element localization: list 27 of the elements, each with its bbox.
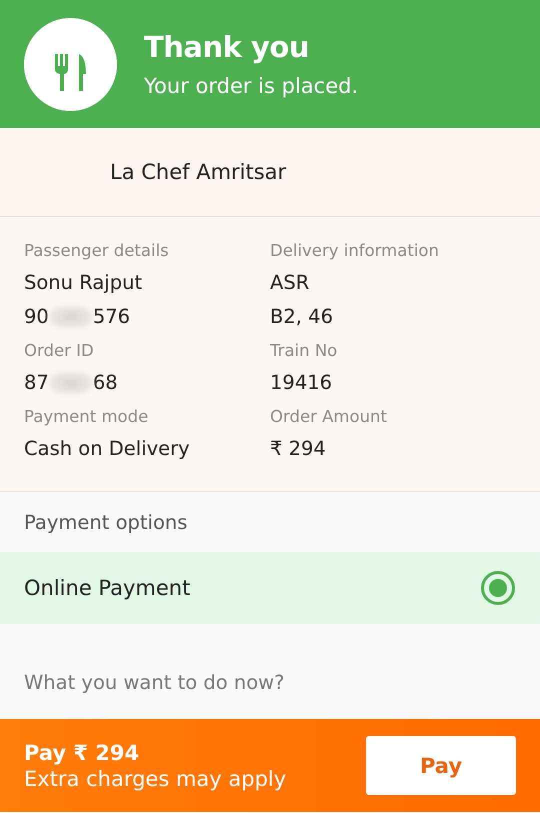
detail-value: 68 (92, 371, 118, 395)
header-subtitle: Your order is placed. (144, 74, 358, 98)
detail-label: Payment mode (24, 406, 150, 428)
detail-value: B2, 46 (270, 305, 333, 329)
detail-label: Passenger details (24, 240, 170, 262)
restaurant-icon (24, 18, 117, 110)
redaction-blur (48, 372, 93, 394)
detail-value: 87 (24, 371, 49, 395)
detail-value: 576 (92, 305, 130, 329)
restaurant-name: La Chef Amritsar (110, 160, 286, 184)
detail-value: Sonu Rajput (24, 271, 142, 295)
detail-value: 19416 (270, 371, 332, 395)
detail-label: Train No (270, 340, 338, 362)
header-title: Thank you (144, 30, 310, 64)
detail-label: Order Amount (270, 406, 388, 428)
detail-label: Delivery information (270, 240, 440, 262)
pay-amount: Pay ₹ 294 (24, 740, 140, 764)
detail-value: ASR (270, 271, 310, 295)
payment-option[interactable]: Online Payment (0, 552, 540, 624)
detail-value: 90 (24, 305, 49, 329)
detail-value: ₹ 294 (270, 437, 326, 461)
charges-note: Extra charges may apply (24, 766, 286, 790)
prompt-text: What you want to do now? (24, 671, 284, 694)
radio-button[interactable] (480, 570, 516, 606)
redaction-blur (48, 306, 93, 328)
detail-label: Order ID (24, 340, 95, 362)
detail-value: Cash on Delivery (24, 437, 190, 461)
